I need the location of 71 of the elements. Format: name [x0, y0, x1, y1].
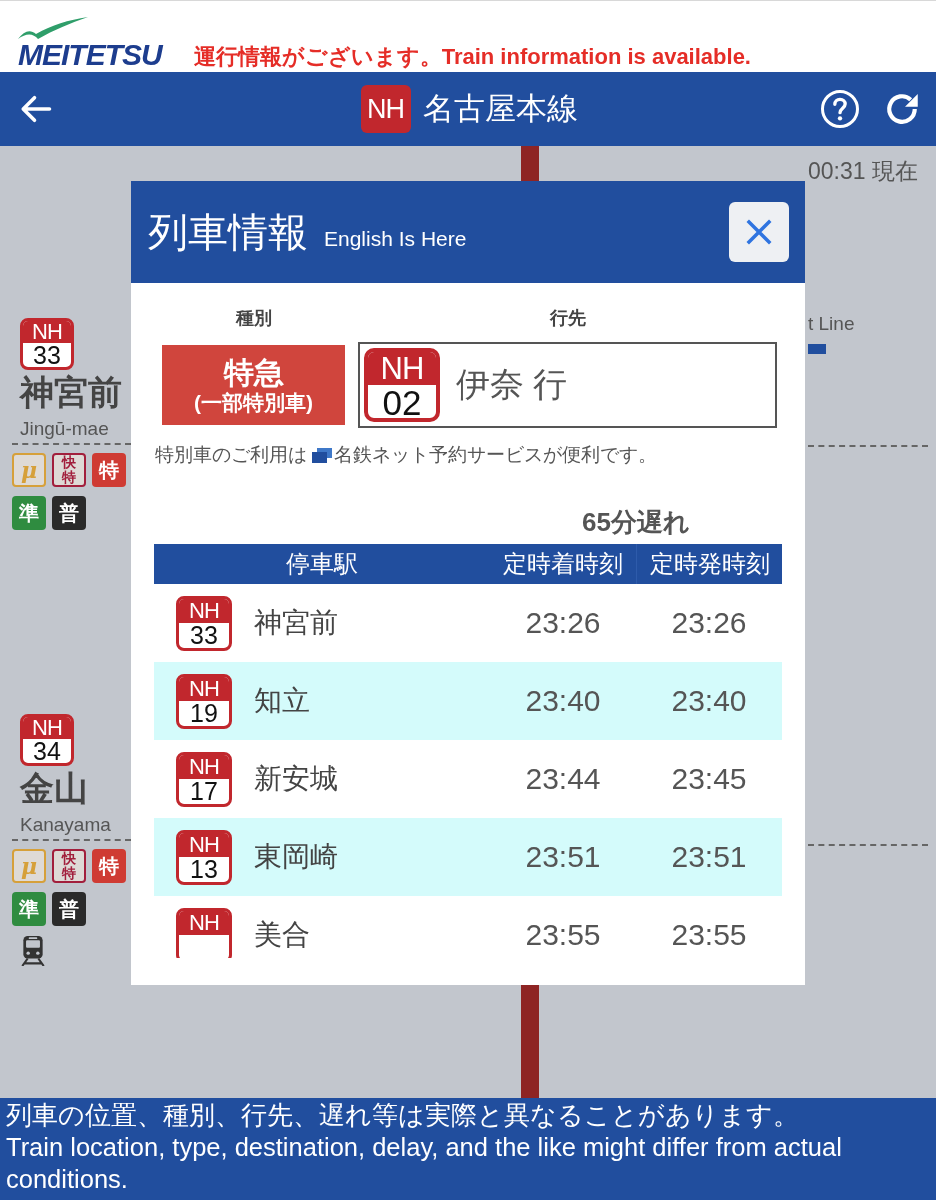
line-marker-icon: [808, 344, 826, 354]
departure-time: 23:51: [671, 842, 747, 872]
service-type-tag: 快特: [52, 849, 86, 884]
station-number: 19: [189, 700, 219, 726]
window-icon: [312, 447, 332, 463]
arrival-time: 23:51: [525, 842, 601, 872]
station-name-english: Kanayama: [20, 814, 111, 837]
brand-name: MEITETSU: [18, 38, 162, 70]
note-service-text: 名鉄ネット予約サービスが便利です。: [334, 443, 657, 467]
disclaimer-english: Train location, type, destination, delay, and the like might differ from actual conditions.: [6, 1132, 843, 1195]
service-alert-link[interactable]: 運行情報がございます。Train information is available.: [193, 44, 751, 72]
logo-swoosh-icon: [18, 16, 88, 39]
line-code: NH: [179, 676, 229, 701]
line-code: NH: [179, 910, 229, 935]
service-type-tag: 快特: [52, 453, 86, 488]
note-text: 特別車のご利用は: [155, 443, 307, 467]
line-code: NH: [23, 717, 71, 740]
service-type-tag: 特: [92, 453, 126, 488]
line-name: 名古屋本線: [422, 90, 578, 128]
station-name: 金山: [20, 769, 88, 809]
stop-station-name: 東岡崎: [254, 841, 338, 873]
train-type-name: 特急: [223, 355, 284, 389]
refresh-icon[interactable]: [884, 91, 920, 127]
line-code: NH: [368, 352, 436, 385]
help-icon[interactable]: [820, 89, 860, 129]
departure-time: 23:55: [671, 920, 747, 950]
line-code: NH: [23, 321, 71, 343]
line-badge: NH: [360, 85, 411, 133]
arrival-time: 23:55: [525, 920, 601, 950]
arrival-time: 23:40: [525, 686, 601, 716]
station-name-english: Jingū-mae: [20, 418, 109, 441]
line-name-english: t Line: [808, 313, 855, 335]
dialog-title: 列車情報: [148, 208, 308, 256]
line-code: NH: [179, 832, 229, 857]
train-type-detail: (一部特別車): [194, 390, 313, 415]
arrival-time: 23:44: [525, 764, 601, 794]
departure-time: 23:26: [671, 608, 747, 638]
destination-name: 伊奈 行: [456, 364, 568, 405]
service-type-tag: 普: [52, 496, 86, 531]
dialog-subtitle: English Is Here: [324, 226, 467, 251]
station-number: 33: [32, 343, 62, 367]
updated-time: 00:31 現在: [808, 157, 918, 186]
station-number: 17: [189, 778, 219, 804]
service-type-tag: μ: [12, 849, 46, 884]
station-number: 34: [32, 739, 62, 764]
stop-station-name: 美合: [254, 919, 310, 951]
departure-time: 23:45: [671, 764, 747, 794]
type-label: 種別: [235, 307, 272, 330]
disclaimer-japanese: 列車の位置、種別、行先、遅れ等は実際と異なることがあります。: [6, 1100, 800, 1131]
stop-station-name: 新安城: [254, 763, 338, 795]
station-number: 33: [189, 622, 219, 648]
station-number: 13: [189, 856, 219, 882]
arrival-time: 23:26: [525, 608, 601, 638]
service-type-tag: 準: [12, 892, 46, 927]
close-icon: [744, 217, 774, 247]
line-code: NH: [179, 598, 229, 623]
destination-label: 行先: [549, 307, 586, 330]
close-button[interactable]: [729, 202, 789, 262]
service-type-tag: 準: [12, 496, 46, 531]
stop-station-name: 神宮前: [254, 607, 338, 639]
station-name: 神宮前: [20, 373, 122, 413]
stop-station-name: 知立: [254, 685, 310, 717]
line-code: NH: [179, 754, 229, 779]
column-header: 定時着時刻: [502, 549, 624, 579]
service-type-tag: μ: [12, 453, 46, 488]
service-type-tag: 特: [92, 849, 126, 884]
station-number: 02: [381, 385, 423, 418]
column-header: 停車駅: [285, 549, 359, 579]
delay-status: 65分遅れ: [582, 506, 690, 538]
departure-time: 23:40: [671, 686, 747, 716]
service-type-tag: 普: [52, 892, 86, 927]
